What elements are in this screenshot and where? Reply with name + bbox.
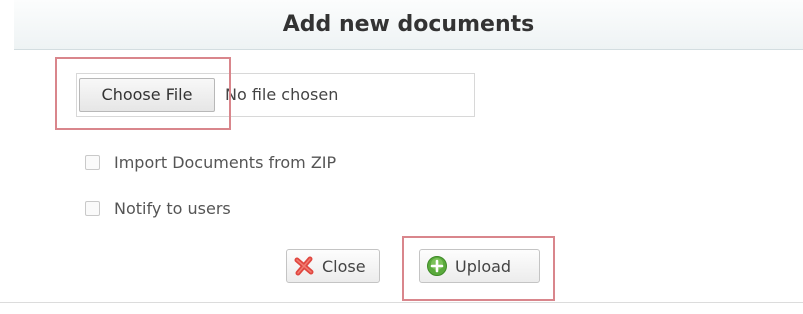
file-input[interactable]: Choose File No file chosen (76, 73, 475, 117)
import-zip-label[interactable]: Import Documents from ZIP (114, 153, 336, 172)
option-notify-users[interactable]: Notify to users (85, 196, 231, 220)
import-zip-checkbox[interactable] (85, 154, 100, 170)
close-button-label: Close (322, 256, 366, 276)
dialog-title-bar: Add new documents (14, 0, 803, 50)
upload-button[interactable]: Upload (419, 249, 540, 283)
choose-file-button[interactable]: Choose File (79, 78, 215, 112)
option-import-zip[interactable]: Import Documents from ZIP (85, 150, 336, 174)
dialog-title: Add new documents (282, 12, 535, 37)
upload-button-label: Upload (455, 256, 512, 276)
file-status-text: No file chosen (225, 85, 339, 104)
notify-users-checkbox[interactable] (85, 200, 100, 216)
notify-users-label[interactable]: Notify to users (114, 199, 231, 218)
footer-divider (0, 302, 803, 303)
plus-circle-icon (426, 255, 448, 277)
x-icon (293, 255, 315, 277)
close-button[interactable]: Close (286, 249, 380, 283)
add-documents-dialog: Add new documents Choose File No file ch… (0, 0, 803, 314)
